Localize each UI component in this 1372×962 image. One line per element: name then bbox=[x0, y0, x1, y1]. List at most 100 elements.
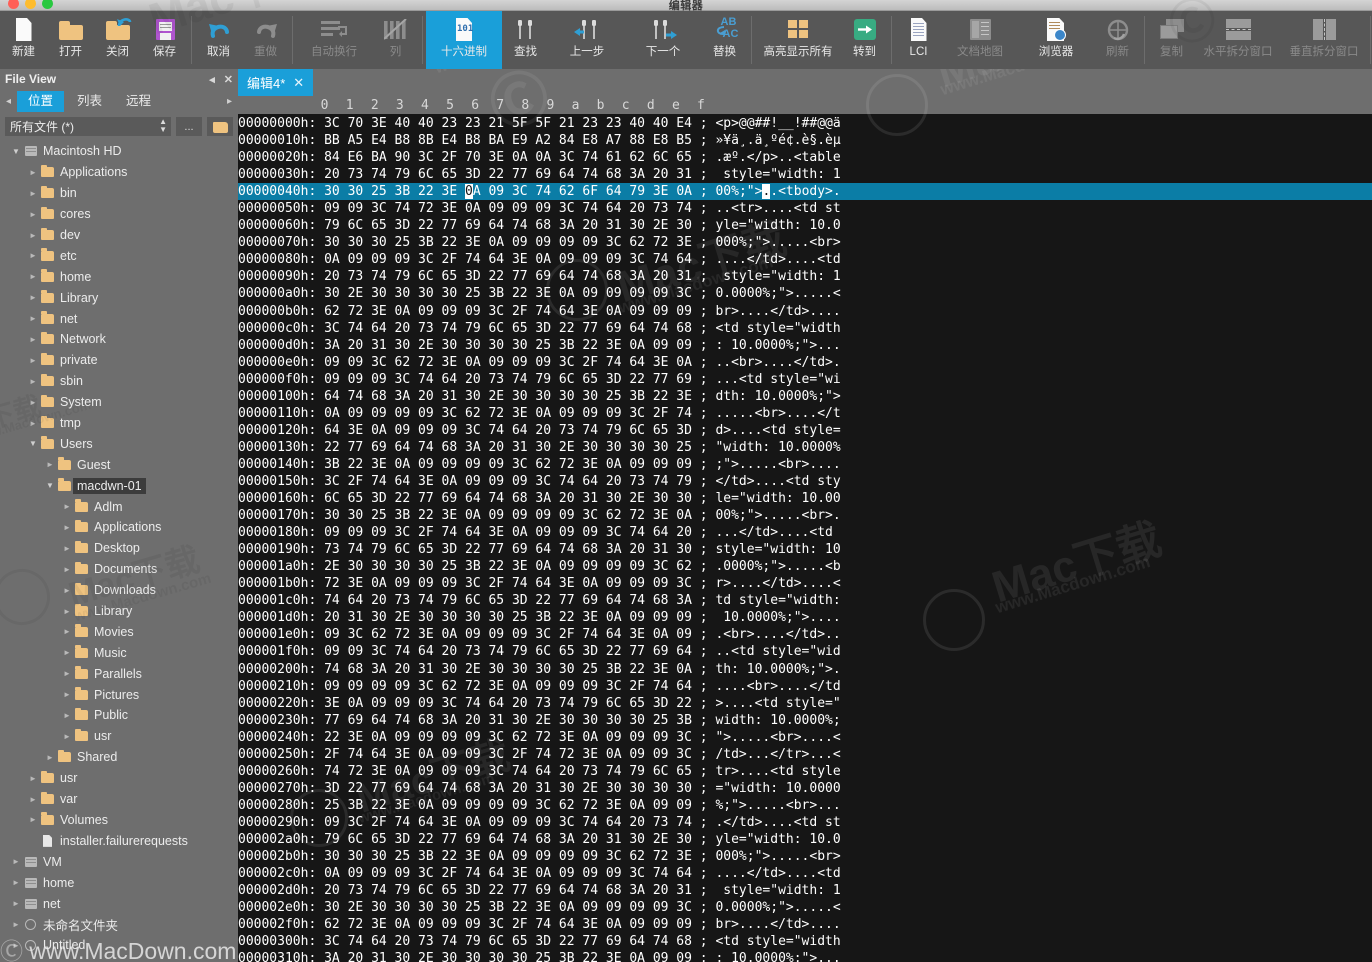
twisty-closed-icon[interactable]: ► bbox=[10, 857, 22, 866]
twisty-open-icon[interactable]: ▼ bbox=[44, 481, 56, 490]
twisty-closed-icon[interactable]: ► bbox=[61, 544, 73, 553]
twisty-closed-icon[interactable]: ► bbox=[27, 398, 39, 407]
hex-row[interactable]: 00000310h: 3A 20 31 30 2E 30 30 30 30 25… bbox=[238, 950, 1372, 962]
twisty-closed-icon[interactable]: ► bbox=[44, 460, 56, 469]
twisty-closed-icon[interactable]: ► bbox=[61, 607, 73, 616]
close-window-button[interactable] bbox=[8, 0, 19, 9]
tree-item[interactable]: ► etc bbox=[0, 245, 238, 266]
hex-row[interactable]: 000001a0h: 2E 30 30 30 30 25 3B 22 3E 0A… bbox=[238, 558, 1372, 575]
collapse-left-icon[interactable]: ◂ bbox=[209, 73, 215, 86]
toolbar-button-browser-globe[interactable]: 浏览器 bbox=[1018, 11, 1094, 69]
twisty-open-icon[interactable]: ▼ bbox=[10, 147, 22, 156]
tree-item[interactable]: ► net bbox=[0, 893, 238, 914]
hex-row[interactable]: 000001b0h: 72 3E 0A 09 09 09 3C 2F 74 64… bbox=[238, 575, 1372, 592]
hex-row[interactable]: 000000e0h: 09 09 3C 62 72 3E 0A 09 09 09… bbox=[238, 354, 1372, 371]
scroll-right-icon[interactable]: ▸ bbox=[223, 96, 236, 107]
tree-item[interactable]: ► Volumes bbox=[0, 810, 238, 831]
twisty-closed-icon[interactable]: ► bbox=[27, 168, 39, 177]
hex-row[interactable]: 00000100h: 64 74 68 3A 20 31 30 2E 30 30… bbox=[238, 388, 1372, 405]
hex-row[interactable]: 00000040h: 30 30 25 3B 22 3E 0A 09 3C 74… bbox=[238, 183, 1372, 201]
tree-item[interactable]: ► home bbox=[0, 266, 238, 287]
tree-item[interactable]: ► sbin bbox=[0, 371, 238, 392]
tree-item[interactable]: ► Downloads bbox=[0, 580, 238, 601]
twisty-closed-icon[interactable]: ► bbox=[27, 231, 39, 240]
twisty-closed-icon[interactable]: ► bbox=[27, 815, 39, 824]
hex-row[interactable]: 00000020h: 84 E6 BA 90 3C 2F 70 3E 0A 0A… bbox=[238, 149, 1372, 166]
hex-row[interactable]: 00000250h: 2F 74 64 3E 0A 09 09 3C 2F 74… bbox=[238, 746, 1372, 763]
twisty-closed-icon[interactable]: ► bbox=[27, 272, 39, 281]
twisty-closed-icon[interactable]: ► bbox=[27, 795, 39, 804]
hex-row[interactable]: 00000130h: 22 77 69 64 74 68 3A 20 31 30… bbox=[238, 439, 1372, 456]
tree-item[interactable]: ► Documents bbox=[0, 559, 238, 580]
twisty-closed-icon[interactable]: ► bbox=[61, 565, 73, 574]
tree-item[interactable]: installer.failurerequests bbox=[0, 830, 238, 851]
tree-item[interactable]: ► Desktop bbox=[0, 538, 238, 559]
tree-item[interactable]: ► usr bbox=[0, 726, 238, 747]
hex-row[interactable]: 00000150h: 3C 2F 74 64 3E 0A 09 09 09 3C… bbox=[238, 473, 1372, 490]
hex-row[interactable]: 00000240h: 22 3E 0A 09 09 09 09 3C 62 72… bbox=[238, 729, 1372, 746]
file-filter-select[interactable]: 所有文件 (*) ▲ ▼ bbox=[5, 117, 171, 136]
tree-item[interactable]: ► System bbox=[0, 392, 238, 413]
toolbar-button-goto-arrow[interactable]: 转到 bbox=[841, 11, 888, 69]
hex-row[interactable]: 00000170h: 30 30 25 3B 22 3E 0A 09 09 09… bbox=[238, 507, 1372, 524]
twisty-closed-icon[interactable]: ► bbox=[27, 774, 39, 783]
hex-row[interactable]: 000002c0h: 0A 09 09 09 3C 2F 74 64 3E 0A… bbox=[238, 865, 1372, 882]
hex-row[interactable]: 00000190h: 73 74 79 6C 65 3D 22 77 69 64… bbox=[238, 541, 1372, 558]
hex-row[interactable]: 000002e0h: 30 2E 30 30 30 30 25 3B 22 3E… bbox=[238, 899, 1372, 916]
hex-row[interactable]: 000002b0h: 30 30 30 25 3B 22 3E 0A 09 09… bbox=[238, 848, 1372, 865]
tab-list[interactable]: 列表 bbox=[66, 91, 114, 112]
hex-row[interactable]: 00000210h: 09 09 09 09 3C 62 72 3E 0A 09… bbox=[238, 678, 1372, 695]
toolbar-button-new-file[interactable]: 新建 bbox=[0, 11, 47, 69]
twisty-closed-icon[interactable]: ► bbox=[10, 920, 22, 929]
toolbar-button-hex-101[interactable]: 101 十六进制 bbox=[426, 11, 502, 69]
editor-tab[interactable]: 编辑4* ✕ bbox=[238, 69, 314, 96]
twisty-closed-icon[interactable]: ► bbox=[61, 523, 73, 532]
hex-row[interactable]: 00000090h: 20 73 74 79 6C 65 3D 22 77 69… bbox=[238, 268, 1372, 285]
hex-row[interactable]: 00000220h: 3E 0A 09 09 09 3C 74 64 20 73… bbox=[238, 695, 1372, 712]
hex-row[interactable]: 000000a0h: 30 2E 30 30 30 30 25 3B 22 3E… bbox=[238, 285, 1372, 302]
tree-item[interactable]: ► Library bbox=[0, 601, 238, 622]
hex-row[interactable]: 000002f0h: 62 72 3E 0A 09 09 09 3C 2F 74… bbox=[238, 916, 1372, 933]
twisty-closed-icon[interactable]: ► bbox=[27, 251, 39, 260]
hex-row[interactable]: 000002a0h: 79 6C 65 3D 22 77 69 64 74 68… bbox=[238, 831, 1372, 848]
hex-rows[interactable]: 00000000h: 3C 70 3E 40 40 23 23 21 5F 5F… bbox=[238, 114, 1372, 962]
twisty-closed-icon[interactable]: ► bbox=[61, 732, 73, 741]
tree-item[interactable]: ► usr bbox=[0, 768, 238, 789]
scroll-left-icon[interactable]: ◂ bbox=[2, 96, 15, 107]
minimize-window-button[interactable] bbox=[25, 0, 36, 9]
tree-item[interactable]: ► dev bbox=[0, 225, 238, 246]
tree-item[interactable]: ► Adlm bbox=[0, 496, 238, 517]
hex-row[interactable]: 00000030h: 20 73 74 79 6C 65 3D 22 77 69… bbox=[238, 166, 1372, 183]
toolbar-button-find-next[interactable]: 下一个 bbox=[625, 11, 701, 69]
hex-row[interactable]: 00000060h: 79 6C 65 3D 22 77 69 64 74 68… bbox=[238, 217, 1372, 234]
tree-item[interactable]: ► Shared bbox=[0, 747, 238, 768]
tab-remote[interactable]: 远程 bbox=[115, 91, 163, 112]
hex-row[interactable]: 00000260h: 74 72 3E 0A 09 09 09 3C 74 64… bbox=[238, 763, 1372, 780]
tree-item[interactable]: ► 未命名文件夹 bbox=[0, 914, 238, 935]
twisty-closed-icon[interactable]: ► bbox=[27, 419, 39, 428]
twisty-closed-icon[interactable]: ► bbox=[27, 335, 39, 344]
hex-row[interactable]: 00000070h: 30 30 30 25 3B 22 3E 0A 09 09… bbox=[238, 234, 1372, 251]
toolbar-button-find-previous[interactable]: 上一步 bbox=[549, 11, 625, 69]
hex-row[interactable]: 000001d0h: 20 31 30 2E 30 30 30 30 25 3B… bbox=[238, 609, 1372, 626]
hex-row[interactable]: 00000160h: 6C 65 3D 22 77 69 64 74 68 3A… bbox=[238, 490, 1372, 507]
hex-row[interactable]: 00000280h: 25 3B 22 3E 0A 09 09 09 09 3C… bbox=[238, 797, 1372, 814]
hex-row[interactable]: 000000b0h: 62 72 3E 0A 09 09 09 3C 2F 74… bbox=[238, 303, 1372, 320]
toolbar-button-highlight-all[interactable]: 高亮显示所有 bbox=[755, 11, 841, 69]
hex-row[interactable]: 000001f0h: 09 09 3C 74 64 20 73 74 79 6C… bbox=[238, 643, 1372, 660]
tree-item[interactable]: ► Applications bbox=[0, 517, 238, 538]
zoom-window-button[interactable] bbox=[42, 0, 53, 9]
tree-item[interactable]: ► Guest bbox=[0, 454, 238, 475]
tree-item[interactable]: ► Applications bbox=[0, 162, 238, 183]
twisty-closed-icon[interactable]: ► bbox=[27, 356, 39, 365]
tree-item[interactable]: ▼ macdwn-01 bbox=[0, 475, 238, 496]
hex-row[interactable]: 00000300h: 3C 74 64 20 73 74 79 6C 65 3D… bbox=[238, 933, 1372, 950]
twisty-closed-icon[interactable]: ► bbox=[61, 586, 73, 595]
hex-row[interactable]: 00000010h: BB A5 E4 B8 8B E4 B8 BA E9 A2… bbox=[238, 132, 1372, 149]
twisty-closed-icon[interactable]: ► bbox=[10, 878, 22, 887]
tree-item[interactable]: ► cores bbox=[0, 204, 238, 225]
tree-item[interactable]: ► VM bbox=[0, 851, 238, 872]
tree-item[interactable]: ► Parallels bbox=[0, 663, 238, 684]
toolbar-button-open-folder[interactable]: 打开 bbox=[47, 11, 94, 69]
tree-item[interactable]: ▼ Macintosh HD bbox=[0, 141, 238, 162]
